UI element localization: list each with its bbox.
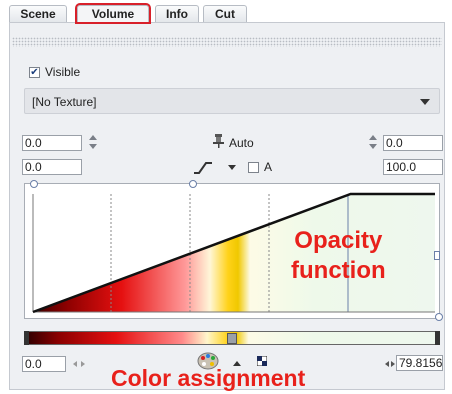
texture-select[interactable]: [No Texture] [24,88,440,114]
lower-bound-field[interactable]: 0.0 [22,159,82,175]
tab-cut-label: Cut [215,7,235,21]
texture-select-value: [No Texture] [32,95,97,109]
chevron-down-icon [420,99,430,105]
visible-label: Visible [45,65,81,79]
color-max-field[interactable]: 79.8156 [396,355,443,371]
plot-bottom-right-handle[interactable] [435,313,443,321]
tab-cut[interactable]: Cut [203,5,247,22]
opacity-annotation-line2: function [291,257,386,284]
tab-scene-label: Scene [20,7,56,21]
opacity-annotation-line1: Opacity [294,227,383,254]
color-min-field[interactable]: 0.0 [22,356,66,372]
a-label: A [264,160,273,174]
min-left-arrow-icon[interactable] [73,361,77,367]
pin-icon[interactable] [212,133,226,149]
min-right-arrow-icon[interactable] [81,361,85,367]
tab-volume[interactable]: Volume [75,3,151,24]
plot-corner-handle[interactable] [30,180,38,188]
colormap-left-handle[interactable] [24,331,29,345]
max-right-arrow-icon[interactable] [391,361,395,367]
opacity-function-annotation: Opacity function [291,226,386,286]
colormap-marker[interactable] [227,333,237,344]
color-assignment-annotation: Color assignment [111,365,306,391]
curve-dropdown-icon[interactable] [228,165,236,170]
visible-checkbox[interactable]: ✔ [29,67,40,78]
tab-info-label: Info [166,7,188,21]
tab-volume-label: Volume [91,7,135,21]
tab-info[interactable]: Info [155,5,199,22]
tab-scene[interactable]: Scene [9,5,67,22]
upper-value-spinner[interactable] [369,135,377,149]
plot-right-handle[interactable] [434,251,440,260]
max-left-arrow-icon[interactable] [385,361,389,367]
upper-bound-field[interactable]: 100.0 [383,159,443,175]
lower-opacity-field[interactable]: 0.0 [22,135,82,151]
auto-label: Auto [229,136,254,150]
upper-value-field[interactable]: 0.0 [383,135,443,151]
a-checkbox[interactable] [248,162,259,173]
plot-top-handle[interactable] [189,180,197,188]
lower-opacity-spinner[interactable] [89,135,97,149]
colormap-right-handle[interactable] [435,331,440,345]
panel-grip [12,37,442,47]
curve-icon[interactable] [193,159,213,175]
